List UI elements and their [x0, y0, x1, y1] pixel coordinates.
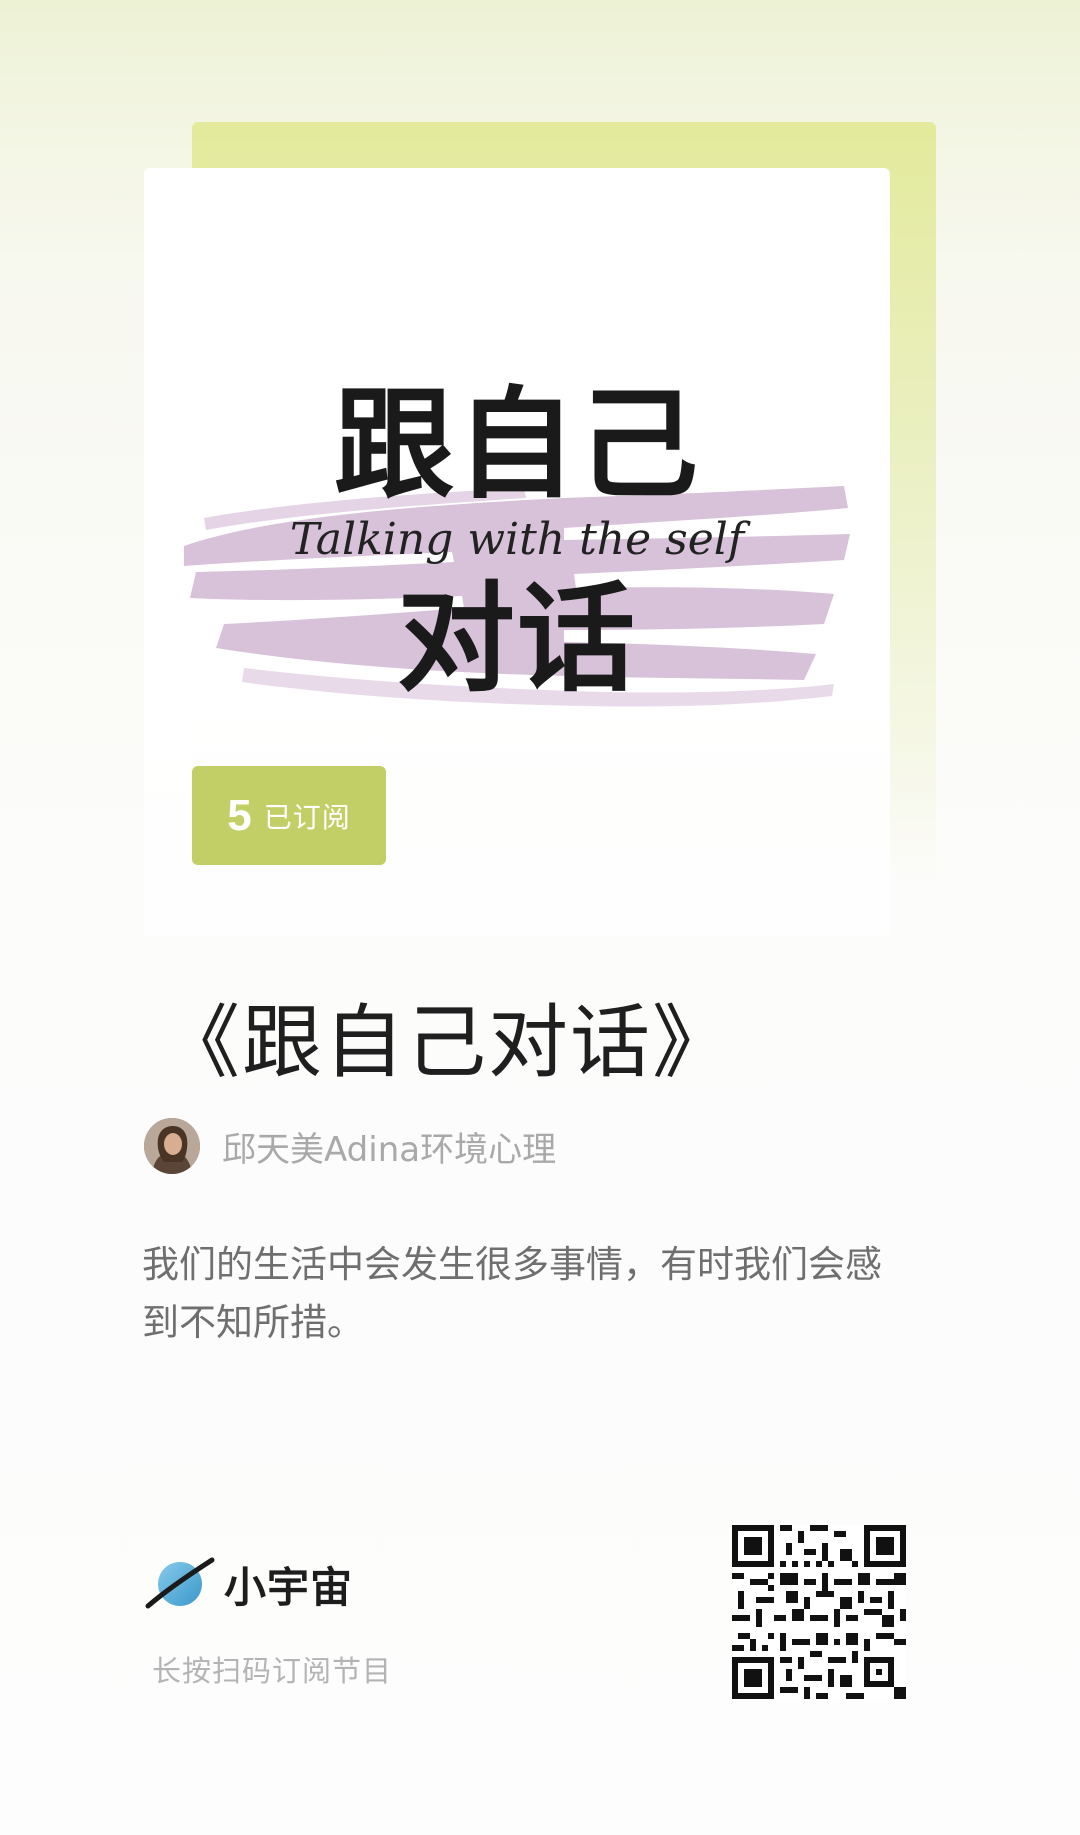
cover-script-text: Talking with the self [290, 514, 751, 565]
subscription-label: 已订阅 [263, 800, 351, 834]
cover-title-top: 跟自己 [334, 376, 700, 515]
planet-icon [145, 1557, 215, 1609]
brand-name: 小宇宙 [224, 1562, 354, 1612]
brand-row: 小宇宙 [144, 1552, 353, 1616]
program-title: 《跟自己对话》 [160, 996, 734, 1089]
cover-title-bottom: 对话 [397, 570, 637, 708]
author-name[interactable]: 邱天美Adina环境心理 [222, 1122, 556, 1171]
program-description: 我们的生活中会发生很多事情，有时我们会感到不知所措。 [142, 1243, 882, 1344]
author-avatar[interactable] [144, 1118, 200, 1174]
qr-code[interactable] [732, 1525, 906, 1699]
subscription-badge: 5 已订阅 [192, 766, 386, 865]
author-row[interactable]: 邱天美Adina环境心理 [144, 1118, 556, 1174]
subscription-count: 5 [227, 790, 252, 840]
scan-hint: 长按扫码订阅节目 [152, 1654, 393, 1688]
